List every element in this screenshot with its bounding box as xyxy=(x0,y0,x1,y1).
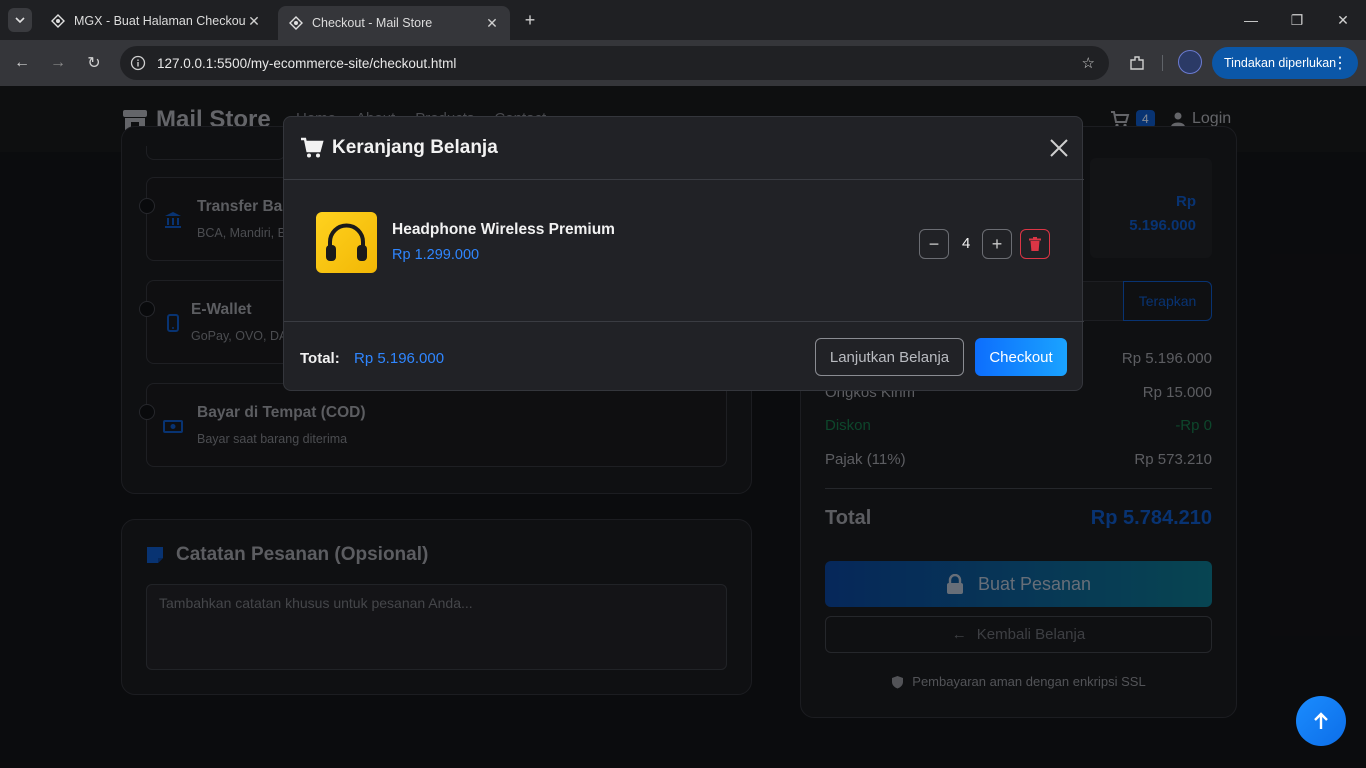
minimize-button[interactable]: — xyxy=(1228,0,1274,40)
summary-discount-row: Diskon -Rp 0 xyxy=(825,417,1212,434)
continue-shopping-button[interactable]: Lanjutkan Belanja xyxy=(815,338,964,376)
close-icon[interactable]: ✕ xyxy=(484,15,500,31)
modal-title-text: Keranjang Belanja xyxy=(332,137,498,158)
modal-total-value: Rp 5.196.000 xyxy=(354,350,445,367)
discount-label: Diskon xyxy=(825,417,871,434)
qty-value: 4 xyxy=(962,235,971,252)
tab-title: Checkout - Mail Store xyxy=(312,16,433,30)
cart-modal: Keranjang Belanja Headphone Wireless Pre… xyxy=(283,116,1084,392)
cart-item-summary: Rp 5.196.000 xyxy=(1090,158,1212,258)
tax-label: Pajak (11%) xyxy=(825,451,906,468)
tab-checkout[interactable]: Checkout - Mail Store ✕ xyxy=(278,6,510,40)
tab-search-button[interactable] xyxy=(8,8,32,32)
notes-title: Catatan Pesanan (Opsional) xyxy=(146,544,428,566)
radio-button[interactable] xyxy=(139,198,155,214)
action-required-button[interactable]: Tindakan diperlukan ⋮ xyxy=(1212,47,1358,79)
restore-button[interactable]: ❐ xyxy=(1274,0,1320,40)
increase-qty-button[interactable]: + xyxy=(982,229,1012,259)
summary-tax-row: Pajak (11%) Rp 573.210 xyxy=(825,451,1212,468)
subtotal-value: Rp 5.196.000 xyxy=(1121,350,1212,367)
decrease-qty-button[interactable]: − xyxy=(919,229,949,259)
action-required-label: Tindakan diperlukan xyxy=(1224,56,1337,70)
extensions-icon[interactable] xyxy=(1126,52,1148,74)
tax-value: Rp 573.210 xyxy=(1134,451,1212,468)
product-price: Rp 1.299.000 xyxy=(392,247,480,263)
previous-option-edge xyxy=(146,146,286,160)
back-to-shop-button[interactable]: ← Kembali Belanja xyxy=(825,616,1212,653)
radio-button[interactable] xyxy=(139,301,155,317)
modal-footer: Total: Rp 5.196.000 Lanjutkan Belanja Ch… xyxy=(284,321,1084,392)
radio-button[interactable] xyxy=(139,404,155,420)
place-order-button[interactable]: Buat Pesanan xyxy=(825,561,1212,607)
browser-toolbar: ← → ↻ 127.0.0.1:5500/my-ecommerce-site/c… xyxy=(0,40,1366,86)
plus-icon: + xyxy=(991,233,1003,254)
checkout-button[interactable]: Checkout xyxy=(975,338,1067,376)
modal-title: Keranjang Belanja xyxy=(300,137,498,159)
notes-placeholder: Tambahkan catatan khusus untuk pesanan A… xyxy=(159,595,473,611)
chevron-down-icon xyxy=(15,17,25,24)
favicon-icon xyxy=(288,15,304,31)
more-vert-icon[interactable]: ⋮ xyxy=(1332,53,1348,73)
discount-value: -Rp 0 xyxy=(1175,417,1212,434)
money-icon xyxy=(163,420,183,433)
lock-icon xyxy=(946,574,963,594)
address-bar[interactable]: 127.0.0.1:5500/my-ecommerce-site/checkou… xyxy=(120,46,1109,80)
total-value: Rp 5.784.210 xyxy=(1090,507,1212,529)
payment-option-cod[interactable]: Bayar di Tempat (COD) Bayar saat barang … xyxy=(139,383,727,467)
notes-title-text: Catatan Pesanan (Opsional) xyxy=(176,544,429,565)
page: Mail Store Home About Products Contact 4… xyxy=(0,86,1366,768)
back-arrow-icon[interactable]: ← xyxy=(9,50,35,76)
ssl-note: Pembayaran aman dengan enkripsi SSL xyxy=(825,674,1212,689)
toolbar-separator xyxy=(1162,55,1163,71)
total-label: Total xyxy=(825,507,872,529)
shield-icon xyxy=(892,675,904,688)
arrow-left-icon: ← xyxy=(951,626,967,643)
reload-icon[interactable]: ↻ xyxy=(81,50,107,76)
close-window-button[interactable]: ✕ xyxy=(1320,0,1366,40)
headphone-icon xyxy=(326,223,367,261)
trash-icon xyxy=(1029,237,1041,251)
arrow-up-icon xyxy=(1314,712,1328,729)
forward-arrow-icon[interactable]: → xyxy=(45,50,71,76)
modal-header: Keranjang Belanja xyxy=(284,117,1084,180)
user-icon xyxy=(1171,112,1185,127)
apply-promo-button[interactable]: Terapkan xyxy=(1123,281,1212,321)
browser-tabbar: MGX - Buat Halaman Checkout ✕ Checkout -… xyxy=(0,0,1366,40)
ssl-note-text: Pembayaran aman dengan enkripsi SSL xyxy=(912,674,1146,689)
place-order-label: Buat Pesanan xyxy=(977,573,1092,594)
bank-icon xyxy=(165,212,181,228)
summary-divider xyxy=(825,488,1212,489)
close-icon[interactable] xyxy=(1048,137,1070,159)
cart-item-total-currency: Rp xyxy=(1176,193,1196,210)
bookmark-star-icon[interactable]: ☆ xyxy=(1082,54,1095,72)
minus-icon: − xyxy=(928,233,940,254)
url-text: 127.0.0.1:5500/my-ecommerce-site/checkou… xyxy=(157,55,457,71)
product-image xyxy=(316,212,377,273)
shipping-value: Rp 15.000 xyxy=(1142,384,1212,401)
product-name: Headphone Wireless Premium xyxy=(392,221,615,238)
cart-item-total-amount: 5.196.000 xyxy=(1129,217,1196,234)
favicon-icon xyxy=(50,13,66,29)
remove-item-button[interactable] xyxy=(1020,229,1050,259)
summary-total-row: Total Rp 5.784.210 xyxy=(825,507,1212,530)
payment-option-title: Bayar di Tempat (COD) xyxy=(197,404,366,421)
tab-title: MGX - Buat Halaman Checkout xyxy=(74,14,246,28)
scroll-to-top-button[interactable] xyxy=(1296,696,1346,746)
new-tab-button[interactable]: + xyxy=(518,10,542,30)
close-icon[interactable]: ✕ xyxy=(246,13,262,29)
tab-mgx[interactable]: MGX - Buat Halaman Checkout ✕ xyxy=(40,6,272,36)
site-info-icon[interactable] xyxy=(128,53,148,73)
cart-icon xyxy=(301,137,324,158)
payment-option-subtitle: Bayar saat barang diterima xyxy=(197,432,348,446)
order-notes-textarea[interactable]: Tambahkan catatan khusus untuk pesanan A… xyxy=(146,584,727,670)
mobile-icon xyxy=(167,314,179,332)
profile-avatar[interactable] xyxy=(1178,50,1202,74)
modal-total-label: Total: xyxy=(300,350,340,367)
sticky-note-icon xyxy=(147,547,163,563)
cart-item-total: Rp 5.196.000 xyxy=(1129,190,1196,238)
payment-option-title: E-Wallet xyxy=(191,301,252,318)
back-to-shop-label: Kembali Belanja xyxy=(976,626,1086,643)
